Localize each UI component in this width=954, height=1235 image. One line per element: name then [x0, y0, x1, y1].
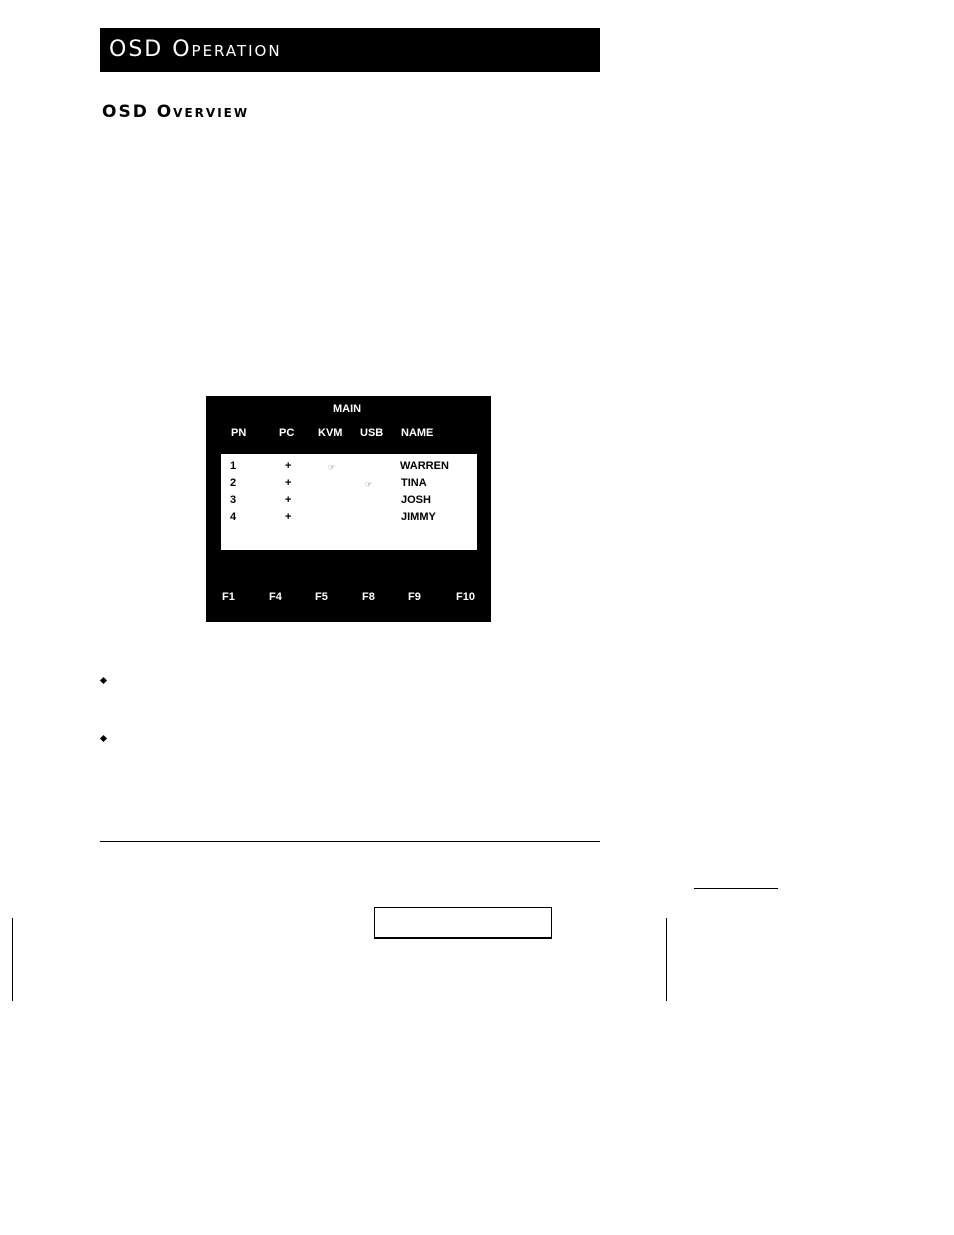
fkey-action: PREV [222, 628, 252, 641]
pc-status: + [285, 460, 292, 472]
section-divider [100, 841, 600, 842]
column-header-kvm: KVM [318, 427, 343, 439]
fkey-target: SCAN [408, 666, 440, 678]
fkey-f5-prev-usb[interactable]: F5 PREV USB [315, 566, 345, 704]
pc-status: + [285, 477, 292, 489]
usb-focus-hand-icon: ☞ [365, 480, 373, 489]
column-header-name: NAME [401, 427, 434, 439]
diamond-bullet-icon [99, 734, 108, 743]
fkey-action: PREV [315, 628, 345, 641]
fkey-target: UP [456, 666, 472, 678]
fkey-action: AUTO [408, 628, 439, 641]
short-rule [694, 888, 778, 889]
port-number: 3 [230, 494, 237, 506]
column-header-usb: USB [360, 427, 384, 439]
port-name: JOSH [401, 494, 431, 506]
fkey-label: F4 [269, 591, 282, 603]
fkey-label: F5 [315, 591, 328, 603]
port-number: 2 [230, 477, 237, 489]
fkey-f4-next-kvm[interactable]: F4 NEXT KVM [269, 566, 298, 704]
fkey-target: KVM [269, 666, 294, 678]
column-header-pn: PN [231, 427, 247, 439]
pc-status: + [285, 494, 292, 506]
fkey-action: NEXT [362, 628, 392, 641]
fkey-action: NEXT [269, 628, 299, 641]
fkey-f10-setup[interactable]: F10 SET UP [456, 566, 477, 704]
port-name: TINA [401, 477, 427, 489]
fkey-label: F1 [222, 591, 235, 603]
fkey-target: USB [362, 666, 386, 678]
diamond-bullet-icon [99, 676, 108, 685]
fkey-action: SET [456, 628, 478, 641]
kvm-focus-hand-icon: ☞ [328, 463, 336, 472]
page-title: OSD Operation [109, 37, 282, 62]
empty-frame-box [374, 907, 552, 939]
port-name: JIMMY [401, 511, 436, 523]
fkey-label: F10 [456, 591, 475, 603]
section-title-bar: OSD Operation [100, 28, 600, 72]
port-list: 1 + ☞ WARREN 2 + ☞ TINA 3 + JOSH 4 + JIM… [221, 454, 477, 550]
osd-main-screen: MAIN PN PC KVM USB NAME 1 + ☞ WARREN 2 +… [206, 396, 491, 678]
port-number: 1 [230, 460, 237, 472]
fkey-target: USB [315, 666, 339, 678]
right-vertical-rule [666, 918, 667, 1001]
port-name: WARREN [400, 460, 449, 472]
fkey-f8-next-usb[interactable]: F8 NEXT USB [362, 566, 391, 704]
left-vertical-rule [12, 918, 13, 1001]
osd-title: MAIN [333, 403, 362, 415]
port-number: 4 [230, 511, 237, 523]
fkey-f9-auto-scan[interactable]: F9 AUTO SCAN [408, 566, 439, 704]
column-header-pc: PC [279, 427, 295, 439]
section-subtitle: OSD Overview [102, 102, 250, 122]
fkey-label: F9 [408, 591, 421, 603]
fkey-f1-prev-kvm[interactable]: F1 PREV KVM [222, 566, 252, 704]
pc-status: + [285, 511, 292, 523]
fkey-label: F8 [362, 591, 375, 603]
fkey-target: KVM [222, 666, 247, 678]
